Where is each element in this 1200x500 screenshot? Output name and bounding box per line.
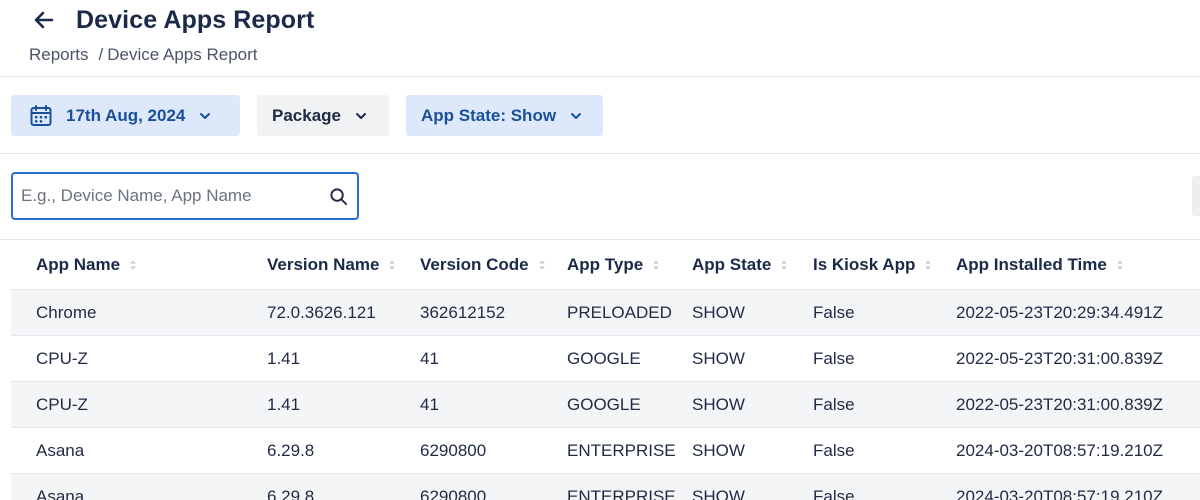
- toolbar-button-edge[interactable]: [1192, 176, 1200, 216]
- chevron-down-icon: [571, 112, 582, 119]
- sort-icon: [781, 260, 788, 270]
- cell-is-kiosk-app: False: [813, 349, 855, 368]
- table-row[interactable]: CPU-Z 1.41 41 GOOGLE SHOW False 2022-05-…: [11, 336, 1200, 382]
- sort-icon: [538, 260, 545, 270]
- table-row[interactable]: Chrome 72.0.3626.121 362612152 PRELOADED…: [11, 290, 1200, 336]
- cell-version-code: 362612152: [420, 303, 506, 322]
- app-state-filter-label: App State: Show: [421, 105, 557, 125]
- cell-app-state: SHOW: [692, 441, 745, 460]
- column-header-version-name[interactable]: Version Name: [267, 240, 396, 290]
- app-state-filter-button[interactable]: App State: Show: [406, 95, 603, 136]
- cell-app-name: Chrome: [36, 303, 97, 322]
- cell-version-code: 6290800: [420, 441, 487, 460]
- cell-app-type: PRELOADED: [567, 303, 672, 322]
- cell-app-state: SHOW: [692, 487, 745, 500]
- search-box: [11, 172, 359, 220]
- cell-version-code: 41: [420, 349, 439, 368]
- search-input[interactable]: [21, 174, 321, 218]
- search-icon[interactable]: [329, 187, 348, 206]
- breadcrumb-current: Device Apps Report: [107, 45, 258, 64]
- column-header-label: App Installed Time: [956, 255, 1107, 274]
- table-row[interactable]: Asana 6.29.8 6290800 ENTERPRISE SHOW Fal…: [11, 474, 1200, 500]
- cell-app-name: CPU-Z: [36, 349, 88, 368]
- search-row: [0, 154, 1200, 240]
- cell-version-name: 6.29.8: [267, 441, 315, 460]
- cell-is-kiosk-app: False: [813, 395, 855, 414]
- cell-app-type: GOOGLE: [567, 395, 641, 414]
- chevron-down-icon: [356, 112, 366, 119]
- table-row[interactable]: CPU-Z 1.41 41 GOOGLE SHOW False 2022-05-…: [11, 382, 1200, 428]
- cell-app-installed-time: 2024-03-20T08:57:19.210Z: [956, 441, 1163, 460]
- column-header-app-type[interactable]: App Type: [567, 240, 660, 290]
- column-header-app-installed-time[interactable]: App Installed Time: [956, 240, 1124, 290]
- column-header-label: Is Kiosk App: [813, 255, 916, 274]
- column-header-app-state[interactable]: App State: [692, 240, 788, 290]
- breadcrumb: Reports / Device Apps Report: [29, 45, 258, 65]
- cell-version-name: 6.29.8: [267, 487, 315, 500]
- column-header-version-code[interactable]: Version Code: [420, 240, 546, 290]
- page-title: Device Apps Report: [76, 6, 315, 34]
- cell-is-kiosk-app: False: [813, 487, 855, 500]
- cell-version-name: 1.41: [267, 395, 301, 414]
- cell-app-type: ENTERPRISE: [567, 487, 676, 500]
- package-filter-button[interactable]: Package: [257, 95, 389, 136]
- apps-table: App Name Version Name Version Code App T…: [11, 240, 1200, 500]
- sort-icon: [130, 260, 137, 270]
- column-header-label: Version Name: [267, 255, 380, 274]
- cell-is-kiosk-app: False: [813, 441, 855, 460]
- column-header-label: App State: [692, 255, 772, 274]
- cell-version-name: 1.41: [267, 349, 301, 368]
- back-button[interactable]: [30, 6, 58, 34]
- date-filter-button[interactable]: 17th Aug, 2024: [11, 95, 240, 136]
- cell-app-state: SHOW: [692, 349, 745, 368]
- package-filter-label: Package: [272, 105, 341, 125]
- cell-version-code: 41: [420, 395, 439, 414]
- sort-icon: [389, 260, 396, 270]
- cell-app-installed-time: 2024-03-20T08:57:19.210Z: [956, 487, 1163, 500]
- cell-app-installed-time: 2022-05-23T20:29:34.491Z: [956, 303, 1163, 322]
- breadcrumb-reports-link[interactable]: Reports: [29, 45, 89, 65]
- sort-icon: [1116, 260, 1123, 270]
- cell-app-state: SHOW: [692, 395, 745, 414]
- column-header-app-name[interactable]: App Name: [36, 240, 137, 290]
- cell-app-name: CPU-Z: [36, 395, 88, 414]
- cell-app-type: ENTERPRISE: [567, 441, 676, 460]
- column-header-label: Version Code: [420, 255, 529, 274]
- column-header-label: App Name: [36, 255, 121, 274]
- arrow-left-icon: [34, 11, 54, 29]
- cell-version-code: 6290800: [420, 487, 487, 500]
- chevron-down-icon: [200, 112, 211, 119]
- date-filter-label: 17th Aug, 2024: [66, 105, 186, 125]
- table-header: App Name Version Name Version Code App T…: [11, 240, 1200, 290]
- cell-app-name: Asana: [36, 487, 85, 500]
- cell-app-name: Asana: [36, 441, 85, 460]
- sort-icon: [925, 260, 932, 270]
- cell-app-installed-time: 2022-05-23T20:31:00.839Z: [956, 395, 1163, 414]
- cell-app-type: GOOGLE: [567, 349, 641, 368]
- cell-is-kiosk-app: False: [813, 303, 855, 322]
- filter-bar: 17th Aug, 2024 Package App State: Show: [0, 77, 1200, 154]
- cell-version-name: 72.0.3626.121: [267, 303, 376, 322]
- calendar-icon: [30, 104, 52, 126]
- cell-app-state: SHOW: [692, 303, 745, 322]
- column-header-is-kiosk-app[interactable]: Is Kiosk App: [813, 240, 932, 290]
- cell-app-installed-time: 2022-05-23T20:31:00.839Z: [956, 349, 1163, 368]
- sort-icon: [653, 260, 660, 270]
- table-row[interactable]: Asana 6.29.8 6290800 ENTERPRISE SHOW Fal…: [11, 428, 1200, 474]
- column-header-label: App Type: [567, 255, 644, 274]
- breadcrumb-separator: /: [98, 45, 104, 64]
- page-header: Device Apps Report Reports / Device Apps…: [0, 0, 1200, 77]
